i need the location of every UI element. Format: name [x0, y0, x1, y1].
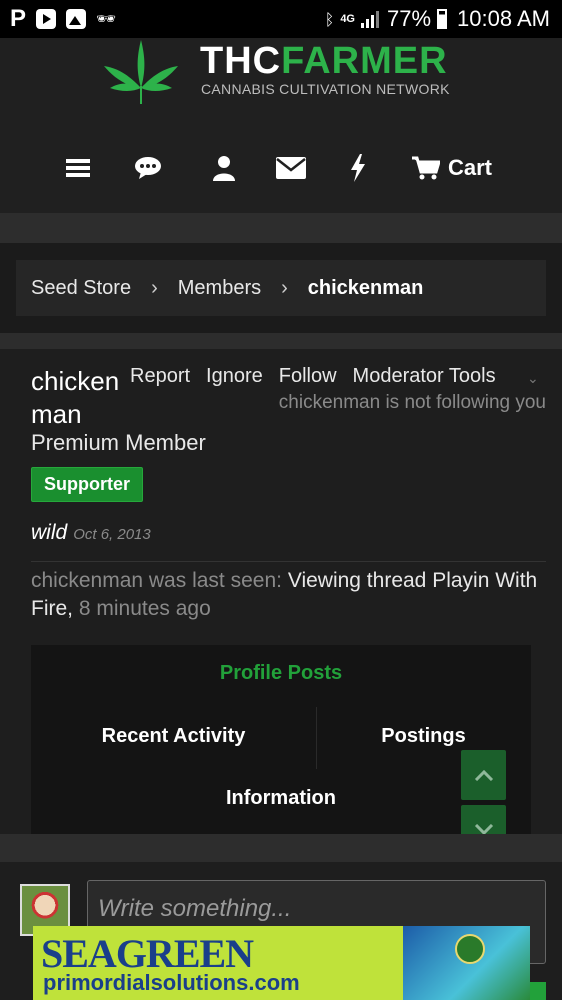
account-button[interactable]	[213, 146, 235, 190]
ad-url: primordialsolutions.com	[43, 970, 300, 995]
status-bar: P 🕶 ᛒ 4G 77% 10:08 AM	[0, 0, 562, 38]
user-icon	[213, 156, 235, 181]
hamburger-icon	[66, 159, 90, 177]
report-link[interactable]: Report	[130, 365, 190, 388]
profile-status: wild Oct 6, 2013	[31, 521, 151, 545]
breadcrumb-members[interactable]: Members	[178, 277, 261, 300]
tree-logo-icon	[455, 934, 485, 964]
breadcrumb-seed-store[interactable]: Seed Store	[31, 277, 131, 300]
lightning-bolt-icon	[351, 154, 365, 182]
last-seen: chickenman was last seen: Viewing thread…	[31, 567, 546, 623]
user-title: Premium Member	[31, 430, 206, 455]
tab-postings[interactable]: Postings	[316, 725, 531, 748]
breadcrumb: Seed Store › Members › chickenman	[16, 260, 546, 316]
breadcrumb-section: Seed Store › Members › chickenman	[0, 243, 562, 333]
site-tagline: CANNABIS CULTIVATION NETWORK	[201, 81, 450, 97]
inbox-button[interactable]	[276, 146, 306, 190]
chevron-right-icon: ›	[151, 276, 158, 299]
site-header: THCFARMER CANNABIS CULTIVATION NETWORK C…	[0, 38, 562, 213]
tab-profile-posts[interactable]: Profile Posts	[31, 662, 531, 685]
separator-band	[0, 333, 562, 349]
chevron-up-icon	[474, 769, 493, 781]
separator-band	[0, 834, 562, 862]
pandora-icon: P	[10, 5, 27, 32]
cannabis-leaf-icon[interactable]	[100, 38, 182, 106]
member-profile: chickenman Report Ignore Follow Moderato…	[0, 349, 562, 855]
follow-status: chickenman is not following you	[278, 392, 546, 413]
alerts-button[interactable]	[350, 146, 366, 190]
signal-icon	[361, 10, 381, 28]
ignore-link[interactable]: Ignore	[206, 365, 263, 388]
main-nav: Cart	[0, 146, 562, 190]
profile-username: chickenman	[31, 366, 120, 429]
tab-information[interactable]: Information	[31, 787, 531, 810]
battery-icon	[437, 9, 448, 29]
site-logo-text[interactable]: THCFARMER	[200, 40, 448, 83]
follow-link[interactable]: Follow	[279, 365, 337, 388]
divider	[31, 561, 546, 562]
cart-icon	[412, 156, 440, 180]
moderator-tools-link[interactable]: Moderator Tools	[353, 365, 496, 388]
incognito-icon: 🕶	[96, 9, 117, 28]
separator-band	[0, 213, 562, 243]
profile-actions: Report Ignore Follow Moderator Tools	[130, 365, 496, 388]
last-seen-prefix: chickenman was last seen:	[31, 569, 282, 592]
cart-label: Cart	[448, 155, 493, 180]
chat-bubble-icon	[135, 157, 161, 179]
product-package-image	[403, 926, 530, 1000]
scroll-up-button[interactable]	[461, 750, 506, 800]
cart-button[interactable]: Cart	[412, 146, 492, 190]
post-button[interactable]	[530, 982, 546, 1000]
last-seen-time: 8 minutes ago	[78, 597, 211, 620]
image-icon	[66, 9, 87, 29]
chevron-right-icon: ›	[281, 276, 288, 299]
clock: 10:08 AM	[457, 6, 550, 31]
conversations-button[interactable]	[135, 146, 161, 190]
supporter-badge: Supporter	[31, 467, 143, 502]
status-text: wild	[31, 521, 68, 544]
network-type: 4G	[340, 13, 355, 25]
profile-tabs: Profile Posts Recent Activity Postings I…	[31, 645, 531, 834]
advertisement-banner[interactable]: SEAGREEN primordialsolutions.com	[33, 926, 530, 1000]
menu-button[interactable]	[66, 146, 90, 190]
status-date: Oct 6, 2013	[73, 526, 151, 543]
breadcrumb-current: chickenman	[307, 276, 424, 299]
chevron-down-icon[interactable]: ⌄	[527, 371, 539, 387]
bluetooth-icon: ᛒ	[324, 9, 335, 29]
envelope-icon	[276, 157, 306, 179]
tab-recent-activity[interactable]: Recent Activity	[31, 725, 316, 748]
youtube-icon	[36, 9, 57, 29]
battery-percent: 77%	[387, 6, 432, 31]
